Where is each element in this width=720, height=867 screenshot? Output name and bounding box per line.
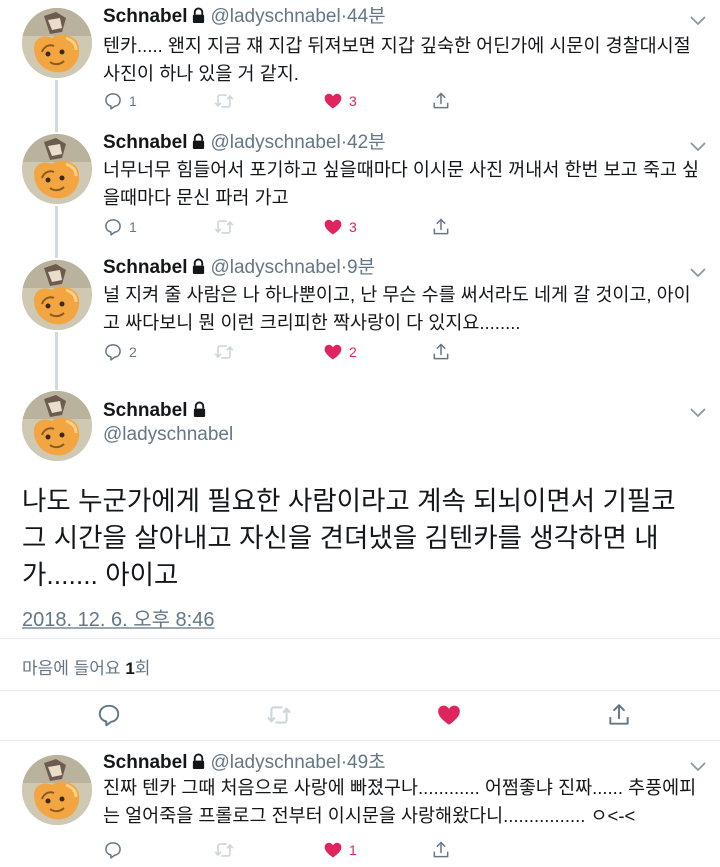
display-name[interactable]: Schnabel [103,257,187,278]
avatar-image[interactable] [22,391,92,461]
avatar-image[interactable] [22,755,92,825]
share-button[interactable] [431,89,451,113]
tweet-time[interactable]: 44분 [347,6,386,27]
user-handle[interactable]: @ladyschnabel [210,752,340,773]
main-tweet-actions [0,700,720,730]
like-count: 1 [349,842,357,858]
lock-icon [191,7,206,30]
like-button[interactable]: 3 [323,215,357,239]
chevron-down-icon[interactable] [690,268,706,278]
tweet-text: 진짜 텐카 그때 처음으로 사랑에 빠졌구나............ 어쩜좋냐 … [103,777,697,826]
lock-icon [192,401,207,424]
heart-icon [323,840,343,860]
share-button[interactable] [431,340,451,364]
avatar-image[interactable] [22,134,92,204]
reply-icon [103,217,123,237]
share-button[interactable] [431,215,451,239]
retweet-icon [213,90,235,112]
thread-line [55,80,58,132]
reply-button[interactable]: 2 [103,340,137,364]
heart-icon [323,91,343,111]
reply-button[interactable]: 1 [103,89,137,113]
display-name[interactable]: Schnabel [103,132,187,153]
reply-button[interactable] [94,700,124,730]
tweet-time[interactable]: 49초 [347,752,386,773]
chevron-down-icon[interactable] [690,142,706,152]
tweet-header: Schnabel @ladyschnabel·42분 [103,132,386,156]
share-icon [431,342,451,362]
likes-suffix: 회 [134,659,151,678]
avatar-image[interactable] [22,260,92,330]
retweet-icon [213,341,235,363]
share-icon [431,840,451,860]
like-button[interactable]: 2 [323,340,357,364]
share-button[interactable] [431,838,451,862]
heart-icon [323,342,343,362]
user-handle[interactable]: @ladyschnabel [210,132,340,153]
divider [0,690,720,691]
share-icon [606,702,632,728]
retweet-icon [213,839,235,861]
lock-icon [191,133,206,156]
tweet-time[interactable]: 9분 [347,257,375,278]
tweet-header: Schnabel @ladyschnabel·44분 [103,6,386,30]
retweet-icon [265,701,293,729]
display-name[interactable]: Schnabel [103,752,187,773]
user-handle[interactable]: @ladyschnabel [210,6,340,27]
like-count: 2 [349,344,357,360]
lock-icon [191,753,206,776]
chevron-down-icon[interactable] [690,408,706,418]
reply-count: 1 [129,219,137,235]
likes-label: 마음에 들어요 [22,659,121,678]
tweet-text: 너무너무 힘들어서 포기하고 싶을때마다 이시문 사진 꺼내서 한번 보고 죽고… [103,159,700,208]
main-tweet-text: 나도 누군가에게 필요한 사람이라고 계속 되뇌이면서 기필코 그 시간을 살아… [22,486,676,590]
share-icon [431,91,451,111]
like-button[interactable]: 1 [323,838,357,862]
reply-button[interactable]: 1 [103,215,137,239]
likes-count: 1 [125,659,135,678]
tweet-header: Schnabel @ladyschnabel·49초 [103,752,386,776]
display-name[interactable]: Schnabel [103,6,187,27]
like-count: 3 [349,93,357,109]
chevron-down-icon[interactable] [690,16,706,26]
like-button[interactable]: 3 [323,89,357,113]
like-button[interactable] [434,700,464,730]
reply-count: 1 [129,93,137,109]
tweet-header: Schnabel @ladyschnabel·9분 [103,257,375,281]
tweet-time[interactable]: 42분 [347,132,386,153]
retweet-button[interactable] [213,89,235,113]
retweet-button[interactable] [213,340,235,364]
retweet-button[interactable] [264,700,294,730]
display-name-text: Schnabel [103,400,188,421]
tweet-timestamp[interactable]: 2018. 12. 6. 오후 8:46 [22,603,214,632]
heart-icon [436,702,462,728]
reply-button[interactable] [103,838,123,862]
likes-summary[interactable]: 마음에 들어요 1회 [22,654,150,679]
retweet-button[interactable] [213,215,235,239]
like-count: 3 [349,219,357,235]
display-name[interactable]: Schnabel [103,400,207,424]
thread-line [55,332,58,390]
thread-line [55,206,58,258]
reply-icon [103,342,123,362]
share-button[interactable] [604,700,634,730]
reply-icon [103,91,123,111]
share-icon [431,217,451,237]
lock-icon [191,258,206,281]
divider [0,638,720,639]
tweet-text: 널 지켜 줄 사람은 나 하나뿐이고, 난 무슨 수를 써서라도 네게 갈 것이… [103,284,691,333]
user-handle[interactable]: @ladyschnabel [210,257,340,278]
retweet-icon [213,216,235,238]
divider [0,740,720,741]
chevron-down-icon[interactable] [690,762,706,772]
tweet-text: 텐카..... 왠지 지금 쟤 지갑 뒤져보면 지갑 깊숙한 어딘가에 시문이 … [103,35,691,84]
reply-count: 2 [129,344,137,360]
avatar-image[interactable] [22,8,92,78]
reply-icon [103,840,123,860]
retweet-button[interactable] [213,838,235,862]
reply-icon [96,702,122,728]
heart-icon [323,217,343,237]
user-handle[interactable]: @ladyschnabel [103,424,233,446]
